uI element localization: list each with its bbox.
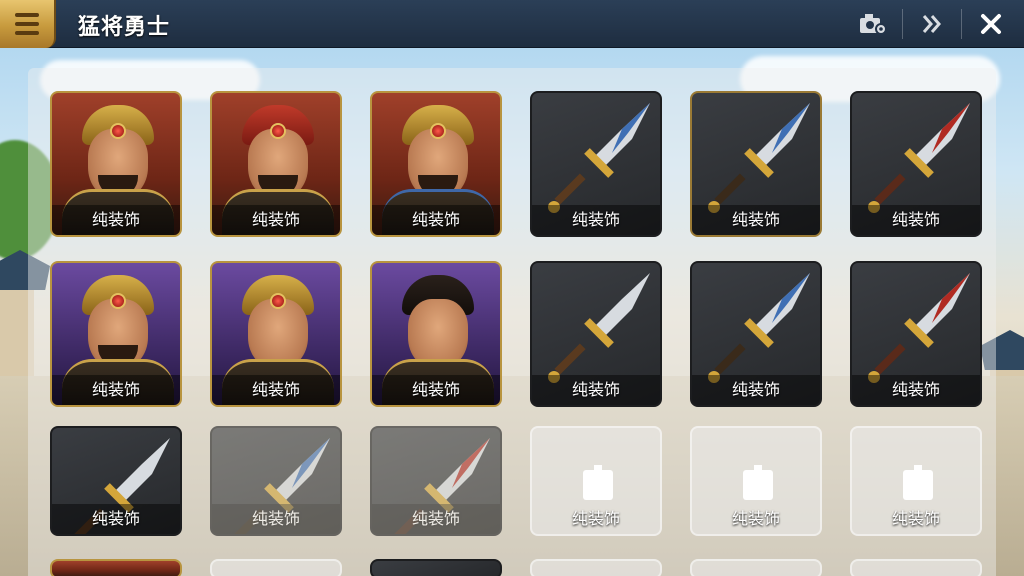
skin-tile[interactable]: 纯装饰 [50, 91, 182, 237]
placeholder-item-icon [583, 465, 613, 500]
page-title: 猛将勇士 [78, 15, 171, 40]
helmet-gem [270, 123, 286, 139]
grid-row-partial [50, 559, 982, 576]
skin-tile[interactable]: 纯装饰 [370, 91, 502, 237]
tile-label: 纯装饰 [692, 375, 820, 405]
tile-label: 纯装饰 [212, 375, 340, 405]
skin-tile[interactable] [530, 559, 662, 576]
forward-button[interactable] [909, 6, 955, 42]
grid-row: 纯装饰 纯装饰 纯装饰 纯装饰 纯装饰 纯装饰 [50, 426, 982, 536]
skin-tile[interactable]: 纯装饰 [850, 91, 982, 237]
placeholder-item-icon [903, 465, 933, 500]
tile-label: 纯装饰 [52, 375, 180, 405]
tile-label: 纯装饰 [212, 205, 340, 235]
tile-label: 纯装饰 [52, 205, 180, 235]
tile-label: 纯装饰 [212, 504, 340, 534]
skin-tile[interactable] [370, 559, 502, 576]
skin-tile[interactable]: 纯装饰 [210, 261, 342, 407]
skin-tile[interactable]: 纯装饰 [530, 91, 662, 237]
divider [961, 9, 962, 39]
skin-tile[interactable] [690, 559, 822, 576]
skin-tile[interactable] [850, 559, 982, 576]
helmet-gem [430, 123, 446, 139]
helmet-gem [270, 293, 286, 309]
tile-label: 纯装饰 [571, 509, 620, 528]
skin-tile[interactable]: 纯装饰 [50, 261, 182, 407]
menu-icon [15, 13, 39, 17]
skin-tile-locked[interactable]: 纯装饰 [530, 426, 662, 536]
tile-label: 纯装饰 [852, 375, 980, 405]
tile-label: 纯装饰 [891, 509, 940, 528]
tile-label: 纯装饰 [731, 509, 780, 528]
tile-label: 纯装饰 [52, 504, 180, 534]
helmet-gem [110, 123, 126, 139]
skin-tile[interactable]: 纯装饰 [850, 261, 982, 407]
skin-tile[interactable]: 纯装饰 [210, 426, 342, 536]
tile-label: 纯装饰 [852, 205, 980, 235]
skin-tile[interactable]: 纯装饰 [50, 426, 182, 536]
grid-row: 纯装饰 纯装饰 纯装饰 纯装饰 纯装饰 纯装饰 [50, 91, 982, 237]
helmet-gem [110, 293, 126, 309]
settings-camera-icon [860, 14, 887, 35]
skin-tile[interactable]: 纯装饰 [690, 261, 822, 407]
menu-button[interactable] [0, 0, 56, 48]
skin-tile-locked[interactable]: 纯装饰 [690, 426, 822, 536]
settings-camera-button[interactable] [850, 6, 896, 42]
skin-tile[interactable]: 纯装饰 [210, 91, 342, 237]
tile-label: 纯装饰 [532, 205, 660, 235]
tile-label: 纯装饰 [372, 205, 500, 235]
placeholder-item-icon [743, 465, 773, 500]
skin-tile-locked[interactable]: 纯装饰 [850, 426, 982, 536]
divider [902, 9, 903, 39]
top-actions [850, 0, 1014, 48]
tile-label: 纯装饰 [372, 375, 500, 405]
grid-row: 纯装饰 纯装饰 纯装饰 纯装饰 纯装饰 纯装饰 [50, 261, 982, 407]
skin-tile[interactable]: 纯装饰 [370, 261, 502, 407]
skin-tile[interactable] [210, 559, 342, 576]
close-icon [981, 14, 1001, 34]
skin-tile[interactable]: 纯装饰 [370, 426, 502, 536]
close-button[interactable] [968, 6, 1014, 42]
tile-label: 纯装饰 [532, 375, 660, 405]
tile-label: 纯装饰 [692, 205, 820, 235]
skin-tile[interactable] [50, 559, 182, 576]
tile-label: 纯装饰 [372, 504, 500, 534]
skin-tile[interactable]: 纯装饰 [530, 261, 662, 407]
double-chevron-right-icon [922, 15, 941, 33]
top-bar: 猛将勇士 [0, 0, 1024, 48]
skin-tile[interactable]: 纯装饰 [690, 91, 822, 237]
